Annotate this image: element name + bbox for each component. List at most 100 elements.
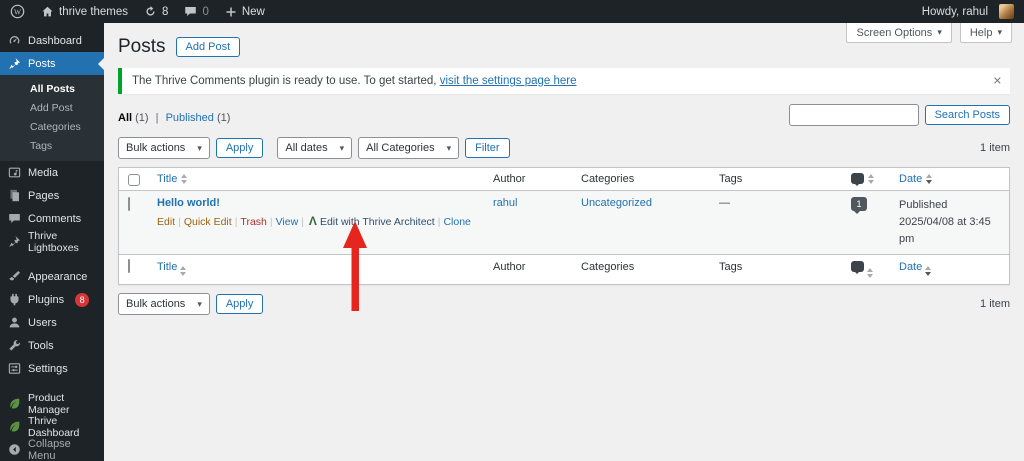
- site-name: thrive themes: [59, 5, 129, 18]
- submenu-all-posts[interactable]: All Posts: [0, 79, 104, 98]
- user-icon: [9, 317, 20, 328]
- leaf-icon: [10, 421, 20, 432]
- date-filter-select[interactable]: All dates: [277, 137, 353, 159]
- table-footer-row: Title Author Categories Tags Date: [119, 255, 1009, 284]
- sort-date-header[interactable]: Date: [899, 261, 922, 273]
- tablenav-top: Bulk actions Apply All dates All Categor…: [118, 137, 1010, 159]
- item-count: 1 item: [980, 298, 1010, 311]
- sidebar-item-thrive-dashboard[interactable]: Thrive Dashboard: [0, 415, 104, 439]
- trash-link[interactable]: Trash: [240, 216, 266, 228]
- sort-title-header[interactable]: Title: [157, 261, 177, 273]
- edit-link[interactable]: Edit: [157, 216, 175, 228]
- wrench-icon: [9, 340, 20, 351]
- screen-options-button[interactable]: Screen Options: [846, 23, 952, 43]
- submenu-categories[interactable]: Categories: [0, 117, 104, 136]
- svg-text:W: W: [14, 7, 22, 16]
- settings-page-link[interactable]: visit the settings page here: [440, 75, 577, 87]
- submenu-tags[interactable]: Tags: [0, 136, 104, 155]
- comment-count-bubble[interactable]: 1: [851, 197, 867, 214]
- comments-header-icon[interactable]: [851, 261, 864, 275]
- sort-date-header[interactable]: Date: [899, 173, 922, 185]
- filter-published[interactable]: Published: [166, 112, 214, 124]
- tags-cell: —: [719, 197, 730, 209]
- sidebar-item-users[interactable]: Users: [0, 311, 104, 334]
- thrive-comments-notice: The Thrive Comments plugin is ready to u…: [118, 68, 1010, 94]
- plus-icon: [226, 7, 236, 16]
- apply-button-bottom[interactable]: Apply: [215, 294, 264, 315]
- select-all-checkbox[interactable]: [128, 174, 140, 186]
- post-row: Hello world! Edit | Quick Edit | Trash | View |…: [119, 191, 1009, 256]
- category-link[interactable]: Uncategorized: [581, 197, 652, 209]
- plugins-update-badge: 8: [75, 292, 90, 307]
- updates-menu[interactable]: 8: [144, 5, 168, 18]
- search-posts-button[interactable]: Search Posts: [924, 105, 1010, 125]
- select-all-checkbox[interactable]: [128, 259, 130, 274]
- wordpress-admin: W thrive themes 8 0 New Howdy, rahul Das…: [0, 0, 1024, 461]
- sort-arrows-icon: [926, 174, 933, 184]
- tags-header: Tags: [719, 261, 743, 274]
- item-count: 1 item: [980, 142, 1010, 154]
- post-title-link[interactable]: Hello world!: [157, 197, 220, 209]
- dismiss-notice-icon[interactable]: [993, 75, 1002, 88]
- category-filter-select[interactable]: All Categories: [358, 137, 460, 159]
- sidebar-item-appearance[interactable]: Appearance: [0, 265, 104, 288]
- bulk-actions-select[interactable]: Bulk actions: [118, 137, 210, 159]
- account-menu[interactable]: Howdy, rahul: [922, 4, 1014, 19]
- posts-submenu: All Posts Add Post Categories Tags: [0, 75, 104, 161]
- view-link[interactable]: View: [276, 216, 299, 228]
- sort-title-header[interactable]: Title: [157, 173, 177, 185]
- new-content-menu[interactable]: New: [225, 6, 265, 18]
- author-header: Author: [493, 261, 526, 274]
- filter-button[interactable]: Filter: [465, 138, 510, 158]
- wordpress-logo-icon[interactable]: W: [10, 4, 25, 19]
- posts-table: Title Author Categories Tags Date Hello …: [118, 167, 1010, 286]
- sidebar-item-product-manager[interactable]: Product Manager: [0, 392, 104, 416]
- sidebar-item-pages[interactable]: Pages: [0, 184, 104, 207]
- table-header-row: Title Author Categories Tags Date: [119, 168, 1009, 191]
- sidebar-item-plugins[interactable]: Plugins 8: [0, 288, 104, 311]
- comments-menu[interactable]: 0: [184, 5, 209, 18]
- help-button[interactable]: Help: [959, 23, 1012, 43]
- thrive-architect-icon: Λ: [308, 214, 317, 228]
- filter-all[interactable]: All: [118, 112, 132, 124]
- row-actions: Edit | Quick Edit | Trash | View | Λ Edit with Th…: [157, 214, 471, 228]
- sidebar-item-thrive-lightboxes[interactable]: Thrive Lightboxes: [0, 230, 104, 254]
- sort-arrows-icon: [867, 268, 874, 279]
- sidebar-item-tools[interactable]: Tools: [0, 334, 104, 357]
- categories-header: Categories: [581, 261, 635, 274]
- row-checkbox[interactable]: [128, 197, 130, 211]
- page-title: Posts: [118, 36, 166, 57]
- pending-comment-count: 0: [202, 5, 209, 18]
- bulk-actions-select-bottom[interactable]: Bulk actions: [118, 293, 210, 316]
- sidebar-item-comments[interactable]: Comments: [0, 207, 104, 230]
- tablenav-bottom: Bulk actions Apply 1 item: [118, 293, 1010, 316]
- add-post-button[interactable]: Add Post: [175, 37, 241, 57]
- sidebar-item-media[interactable]: Media: [0, 161, 104, 184]
- howdy-text: Howdy, rahul: [921, 5, 988, 18]
- comments-header-icon[interactable]: [851, 173, 864, 186]
- apply-button[interactable]: Apply: [215, 138, 264, 158]
- sort-arrows-icon: [181, 174, 188, 184]
- media-icon: [8, 167, 21, 178]
- sidebar-item-dashboard[interactable]: Dashboard: [0, 29, 104, 52]
- dashboard-icon: [9, 36, 20, 44]
- comment-bubble-icon: [185, 7, 197, 17]
- update-count: 8: [162, 5, 169, 18]
- collapse-arrow-icon: [9, 444, 20, 455]
- search-input[interactable]: [788, 104, 919, 126]
- home-icon: [42, 6, 53, 17]
- comment-bubble-icon: [9, 214, 20, 224]
- author-link[interactable]: rahul: [493, 197, 517, 209]
- brush-icon: [9, 270, 21, 281]
- edit-with-thrive-architect-link[interactable]: Edit with Thrive Architect: [320, 216, 435, 228]
- sort-arrows-icon: [180, 266, 187, 277]
- admin-bar: W thrive themes 8 0 New Howdy, rahul: [0, 0, 1024, 23]
- site-menu[interactable]: thrive themes: [41, 5, 128, 18]
- submenu-add-post[interactable]: Add Post: [0, 98, 104, 117]
- quick-edit-link[interactable]: Quick Edit: [184, 216, 232, 228]
- collapse-menu-button[interactable]: Collapse Menu: [0, 438, 104, 461]
- sidebar-item-posts[interactable]: Posts: [0, 52, 104, 75]
- clone-link[interactable]: Clone: [443, 216, 470, 228]
- sidebar-item-settings[interactable]: Settings: [0, 357, 104, 380]
- pages-icon: [10, 189, 19, 202]
